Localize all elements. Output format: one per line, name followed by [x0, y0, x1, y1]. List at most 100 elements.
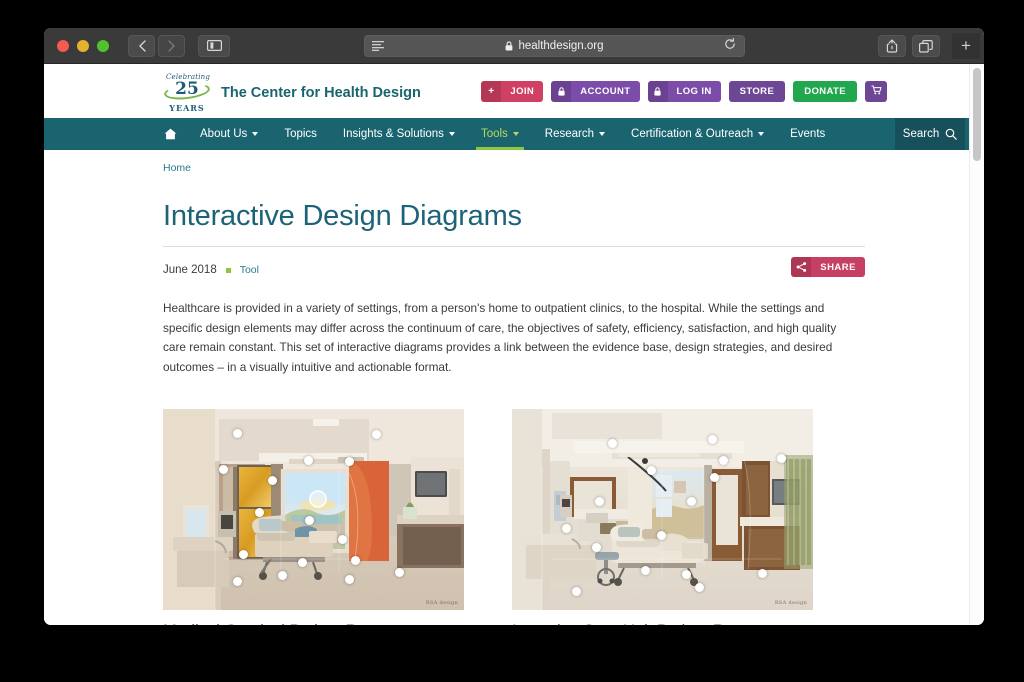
chevron-down-icon	[599, 132, 606, 136]
share-upload-icon	[886, 39, 898, 53]
diagram-hotspot[interactable]	[304, 456, 313, 465]
nav-label: About Us	[200, 128, 248, 140]
site-header: Celebrating 25 YEARS The Center for Heal…	[44, 64, 984, 118]
reload-icon	[725, 37, 735, 49]
diagram-hotspot[interactable]	[758, 569, 767, 578]
diagram-hotspot[interactable]	[777, 454, 786, 463]
cart-button[interactable]	[865, 81, 887, 102]
diagram-hotspot[interactable]	[572, 587, 581, 596]
store-button[interactable]: STORE	[728, 81, 786, 102]
back-button[interactable]	[128, 34, 155, 57]
share-button[interactable]	[878, 35, 906, 57]
cart-icon	[871, 85, 882, 98]
diagram-image-medical-surgical[interactable]: RSA design	[163, 409, 464, 610]
search-toggle[interactable]: Search	[895, 118, 965, 150]
share-page-button[interactable]: SHARE	[791, 257, 865, 277]
rendering-medical-surgical-patient-room	[163, 409, 464, 610]
address-bar[interactable]: healthdesign.org	[364, 35, 745, 57]
diagram-hotspot[interactable]	[219, 465, 228, 474]
diagram-hotspot[interactable]	[647, 466, 656, 475]
diagram-hotspot[interactable]	[255, 508, 264, 517]
nav-item-certification-outreach[interactable]: Certification & Outreach	[618, 118, 777, 150]
diagram-hotspot[interactable]	[338, 535, 347, 544]
diagram-card-title-icu[interactable]: Intensive Care Unit Patient Room	[512, 622, 813, 625]
diagram-hotspot[interactable]	[592, 543, 601, 552]
diagram-card: RSA design Medical-Surgical Patient Room	[163, 409, 464, 625]
reader-view-icon[interactable]	[372, 41, 384, 51]
minimize-window-button[interactable]	[77, 39, 89, 52]
login-button[interactable]: LOG IN	[647, 81, 721, 102]
show-all-tabs-button[interactable]	[912, 35, 940, 57]
logo-years-text: YEARS	[169, 103, 205, 113]
maximize-window-button[interactable]	[97, 39, 109, 52]
page-viewport: Celebrating 25 YEARS The Center for Heal…	[44, 64, 984, 625]
nav-item-events[interactable]: Events	[777, 118, 838, 150]
content-type-tag[interactable]: Tool	[240, 264, 259, 276]
scrollbar-thumb[interactable]	[973, 68, 981, 161]
diagram-hotspot[interactable]	[278, 571, 287, 580]
nav-item-topics[interactable]: Topics	[271, 118, 330, 150]
breadcrumb[interactable]: Home	[163, 150, 865, 174]
diagram-hotspot[interactable]	[395, 568, 404, 577]
account-button[interactable]: ACCOUNT	[551, 81, 640, 102]
search-icon	[945, 128, 958, 140]
page-scrollbar[interactable]	[969, 64, 984, 625]
diagram-hotspot[interactable]	[695, 583, 704, 592]
reload-button[interactable]	[724, 37, 736, 55]
forward-chevron-icon	[167, 39, 175, 52]
diagram-hotspot[interactable]	[710, 473, 719, 482]
show-tabs-icon	[919, 39, 933, 53]
diagram-hotspot[interactable]	[351, 556, 360, 565]
diagram-hotspot[interactable]	[298, 558, 307, 567]
account-button-label: ACCOUNT	[580, 86, 631, 97]
diagram-hotspot[interactable]	[233, 577, 242, 586]
diagram-hotspot[interactable]	[345, 457, 354, 466]
nav-item-tools[interactable]: Tools	[468, 118, 532, 150]
nav-label: Research	[544, 128, 595, 140]
chevron-down-icon	[448, 132, 455, 136]
diagram-hotspot[interactable]	[608, 439, 617, 448]
diagram-hotspot[interactable]	[719, 456, 728, 465]
diagram-hotspot[interactable]	[657, 531, 666, 540]
diagram-image-icu[interactable]: RSA design	[512, 409, 813, 610]
new-tab-button[interactable]: +	[952, 33, 980, 59]
home-icon	[164, 128, 177, 140]
forward-button[interactable]	[158, 34, 185, 57]
join-button[interactable]: + JOIN	[481, 81, 544, 102]
diagram-hotspot[interactable]	[595, 497, 604, 506]
site-brand[interactable]: Celebrating 25 YEARS The Center for Heal…	[163, 73, 421, 113]
page-title: Interactive Design Diagrams	[163, 200, 522, 232]
article-meta: June 2018 Tool SHARE	[163, 257, 865, 281]
diagram-hotspot[interactable]	[641, 566, 650, 575]
nav-label: Certification & Outreach	[631, 128, 754, 140]
diagram-hotspot[interactable]	[687, 497, 696, 506]
diagram-hotspot[interactable]	[708, 435, 717, 444]
donate-button[interactable]: DONATE	[793, 81, 857, 102]
diagram-hotspot[interactable]	[682, 570, 691, 579]
close-window-button[interactable]	[57, 39, 69, 52]
main-navigation: About Us Topics Insights & Solutions Too…	[44, 118, 984, 150]
browser-window: healthdesign.org + Celebrating 25 YEARS …	[44, 28, 984, 625]
nav-item-about-us[interactable]: About Us	[187, 118, 271, 150]
diagram-hotspot[interactable]	[562, 524, 571, 533]
nav-item-insights-solutions[interactable]: Insights & Solutions	[330, 118, 468, 150]
diagram-hotspot[interactable]	[345, 575, 354, 584]
diagram-hotspot[interactable]	[239, 550, 248, 559]
diagram-hotspot[interactable]	[268, 476, 277, 485]
chevron-down-icon	[512, 132, 519, 136]
chevron-down-icon	[252, 132, 259, 136]
image-watermark: RSA design	[774, 600, 807, 606]
diagram-hotspot[interactable]	[305, 516, 314, 525]
sidebar-toggle-button[interactable]	[198, 34, 230, 57]
diagram-hotspot[interactable]	[372, 430, 381, 439]
diagram-card-title-medical-surgical[interactable]: Medical-Surgical Patient Room	[163, 622, 464, 625]
diagram-hotspot[interactable]	[233, 429, 242, 438]
image-watermark: RSA design	[425, 600, 458, 606]
nav-label: Tools	[480, 128, 508, 140]
nav-item-home[interactable]	[154, 118, 187, 150]
toolbar-right-buttons	[878, 35, 940, 57]
login-button-label: LOG IN	[676, 86, 712, 97]
nav-item-research[interactable]: Research	[532, 118, 618, 150]
anniversary-logo-icon: Celebrating 25 YEARS	[163, 73, 211, 113]
search-label: Search	[902, 128, 940, 140]
